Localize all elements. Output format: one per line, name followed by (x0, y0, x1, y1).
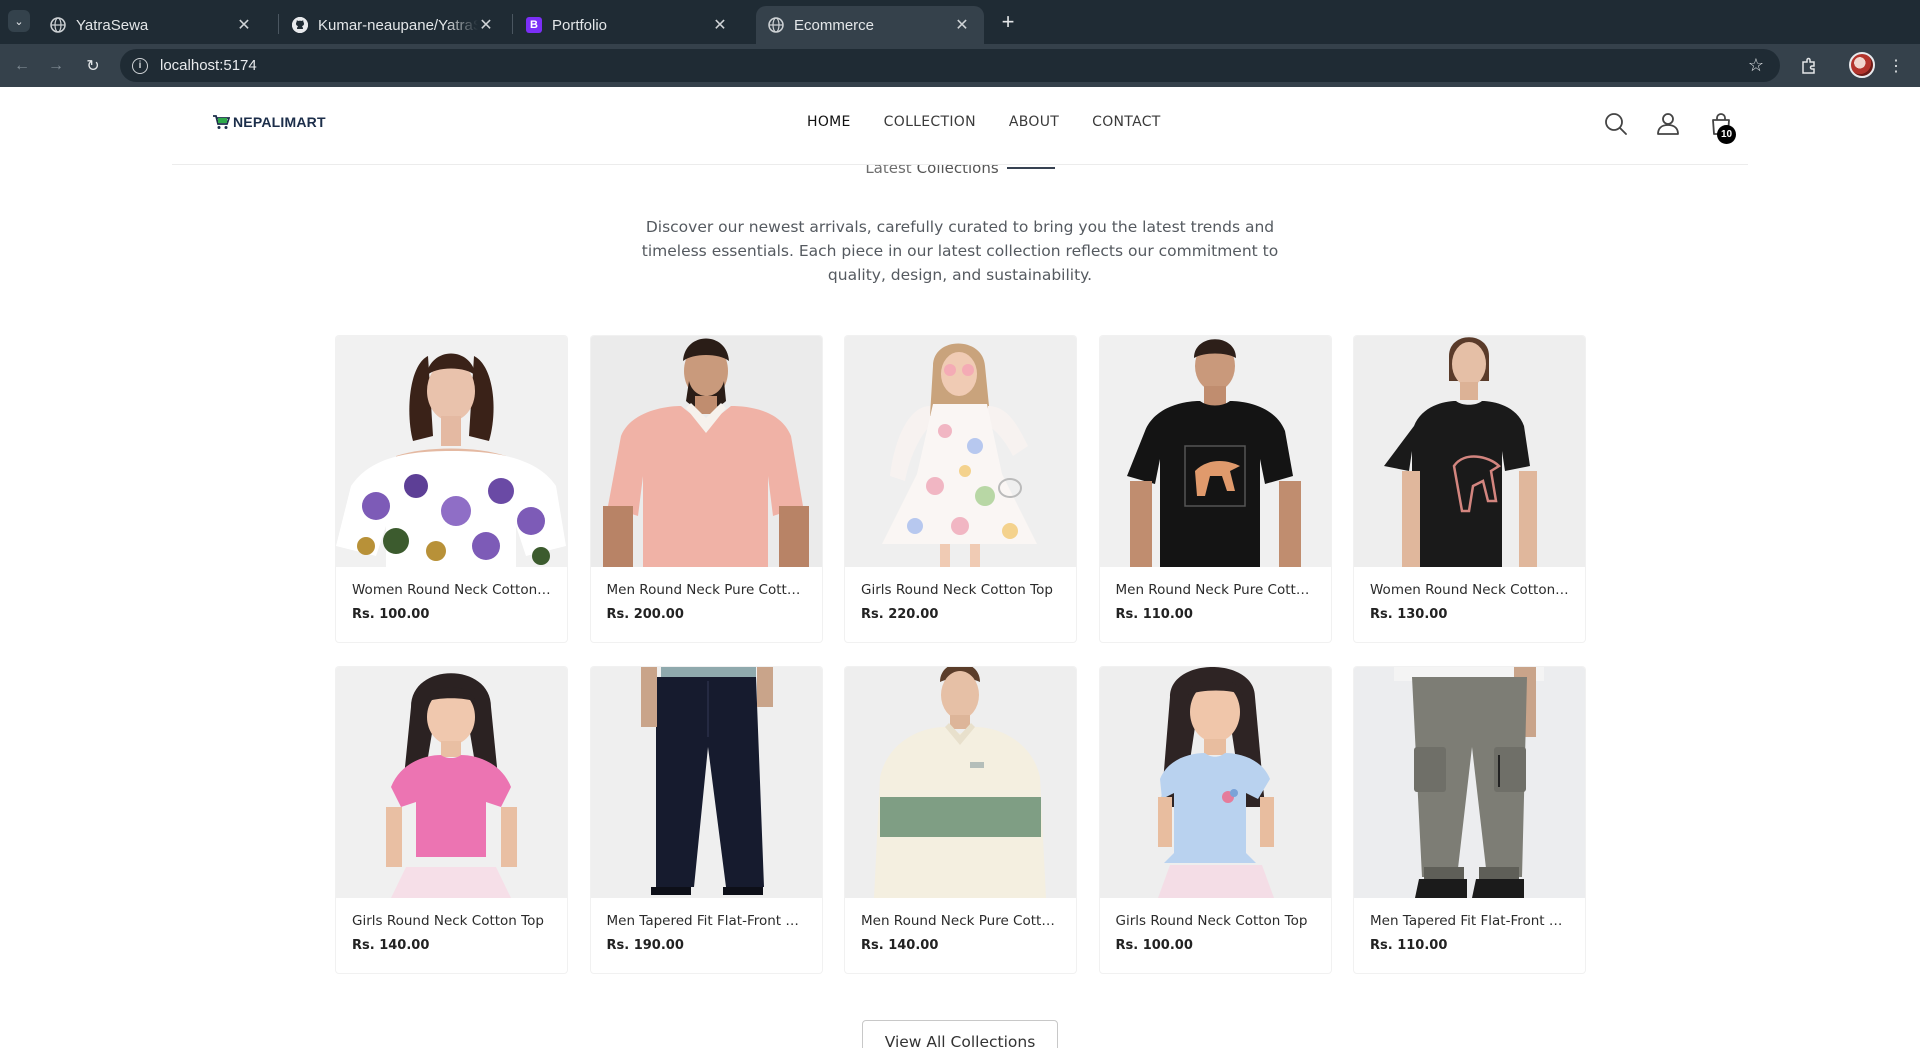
address-bar[interactable]: i localhost:5174 ☆ (120, 49, 1780, 82)
product-card[interactable]: Girls Round Neck Cotton Top Rs. 100.00 (1099, 667, 1331, 973)
product-price: Rs. 190.00 (606, 938, 684, 953)
product-image-cream-sweatshirt (845, 667, 1076, 898)
close-tab-icon[interactable]: ✕ (236, 15, 252, 35)
title-underline-decoration (1006, 167, 1055, 169)
product-card[interactable]: Men Tapered Fit Flat-Front T… Rs. 110.00 (1354, 667, 1585, 973)
site-logo[interactable]: NEPALIMART (212, 114, 326, 130)
section-description: Discover our newest arrivals, carefully … (641, 218, 1279, 284)
github-icon (292, 17, 308, 33)
tab-github[interactable]: Kumar-neaupane/YatraS ✕ (280, 6, 508, 44)
product-price: Rs. 140.00 (861, 938, 939, 953)
close-tab-icon[interactable]: ✕ (954, 15, 970, 35)
nav-collection[interactable]: COLLECTION (884, 114, 976, 130)
tab-title: Portfolio (552, 16, 608, 34)
product-image-blue-girls-top (1099, 667, 1331, 898)
product-name: Men Tapered Fit Flat-Front T… (1370, 913, 1571, 929)
reload-icon[interactable]: ↻ (81, 54, 105, 78)
search-icon[interactable] (1603, 111, 1629, 137)
product-name: Women Round Neck Cotton … (1370, 582, 1573, 598)
extensions-icon[interactable] (1797, 54, 1821, 78)
bookmark-star-icon[interactable]: ☆ (1748, 55, 1764, 76)
tab-title: Kumar-neaupane/YatraS (318, 16, 478, 34)
product-card[interactable]: Men Round Neck Pure Cotto… Rs. 200.00 (590, 336, 822, 642)
product-image-black-puma-tee (1099, 336, 1331, 567)
product-image-navy-trousers (590, 667, 822, 898)
product-name: Women Round Neck Cotton … (352, 582, 555, 598)
product-card[interactable]: Women Round Neck Cotton … Rs. 100.00 (336, 336, 567, 642)
product-card[interactable]: Women Round Neck Cotton … Rs. 130.00 (1354, 336, 1585, 642)
product-name: Men Round Neck Pure Cotto… (1115, 582, 1318, 598)
logo-text: NEPALIMART (233, 114, 326, 130)
tab-divider (512, 14, 513, 34)
page-viewport: NEPALIMART HOME COLLECTION ABOUT CONTACT… (0, 87, 1920, 1048)
nav-about[interactable]: ABOUT (1009, 114, 1059, 130)
nav-contact[interactable]: CONTACT (1092, 114, 1161, 130)
product-image-grey-cargo (1354, 667, 1585, 898)
product-image-black-puma-women-tee (1354, 336, 1585, 567)
tab-ecommerce[interactable]: Ecommerce ✕ (756, 6, 984, 44)
product-price: Rs. 100.00 (352, 607, 430, 622)
product-price: Rs. 200.00 (606, 607, 684, 622)
product-name: Girls Round Neck Cotton Top (352, 913, 544, 929)
back-icon[interactable]: ← (10, 54, 34, 78)
globe-icon (50, 17, 66, 33)
site-header: NEPALIMART HOME COLLECTION ABOUT CONTACT… (172, 87, 1748, 165)
product-price: Rs. 110.00 (1115, 607, 1193, 622)
tab-divider (278, 14, 279, 34)
main-navigation: HOME COLLECTION ABOUT CONTACT (807, 114, 1194, 130)
url-text: localhost:5174 (160, 57, 257, 74)
tab-search-button[interactable]: ⌄ (8, 10, 30, 32)
close-tab-icon[interactable]: ✕ (478, 15, 494, 35)
product-image-pink-girls-top (336, 667, 567, 898)
menu-kebab-icon[interactable]: ⋮ (1884, 54, 1908, 78)
shopping-cart-logo-icon (213, 115, 230, 129)
close-tab-icon[interactable]: ✕ (712, 15, 728, 35)
product-name: Girls Round Neck Cotton Top (861, 582, 1053, 598)
product-name: Girls Round Neck Cotton Top (1115, 913, 1308, 929)
forward-icon[interactable]: → (44, 54, 68, 78)
product-price: Rs. 110.00 (1370, 938, 1448, 953)
tab-title: Ecommerce (794, 16, 875, 34)
browser-toolbar: ← → ↻ i localhost:5174 ☆ ⋮ (0, 44, 1920, 87)
product-price: Rs. 220.00 (861, 607, 939, 622)
product-name: Men Tapered Fit Flat-Front T… (606, 913, 808, 929)
product-price: Rs. 140.00 (352, 938, 430, 953)
product-name: Men Round Neck Pure Cotto… (606, 582, 809, 598)
product-card[interactable]: Men Round Neck Pure Cotto… Rs. 110.00 (1099, 336, 1331, 642)
nav-home[interactable]: HOME (807, 114, 851, 130)
cart-count-badge: 10 (1717, 125, 1736, 144)
product-image-floral-dress (845, 336, 1076, 567)
globe-icon (768, 17, 784, 33)
profile-avatar[interactable] (1849, 52, 1875, 78)
site-info-icon[interactable]: i (132, 57, 148, 74)
tab-yatrasewa[interactable]: YatraSewa ✕ (38, 6, 266, 44)
tab-portfolio[interactable]: B Portfolio ✕ (514, 6, 742, 44)
product-price: Rs. 100.00 (1115, 938, 1193, 953)
product-grid: Women Round Neck Cotton … Rs. 100.00 Men (336, 336, 1585, 973)
user-profile-icon[interactable] (1655, 111, 1681, 137)
product-price: Rs. 130.00 (1370, 607, 1448, 622)
browser-tab-strip: ⌄ YatraSewa ✕ Kumar-neaupane/YatraS ✕ B … (0, 0, 1920, 44)
product-card[interactable]: Girls Round Neck Cotton Top Rs. 220.00 (845, 336, 1076, 642)
product-card[interactable]: Men Round Neck Pure Cotto… Rs. 140.00 (845, 667, 1076, 973)
view-all-collections-button[interactable]: View All Collections (862, 1020, 1058, 1048)
product-image-floral-top (336, 336, 567, 567)
tab-title: YatraSewa (76, 16, 149, 34)
new-tab-button[interactable]: + (994, 8, 1022, 36)
bootstrap-icon: B (526, 17, 542, 33)
product-name: Men Round Neck Pure Cotto… (861, 913, 1064, 929)
product-card[interactable]: Men Tapered Fit Flat-Front T… Rs. 190.00 (590, 667, 822, 973)
product-image-pink-polo (590, 336, 822, 567)
product-card[interactable]: Girls Round Neck Cotton Top Rs. 140.00 (336, 667, 567, 973)
